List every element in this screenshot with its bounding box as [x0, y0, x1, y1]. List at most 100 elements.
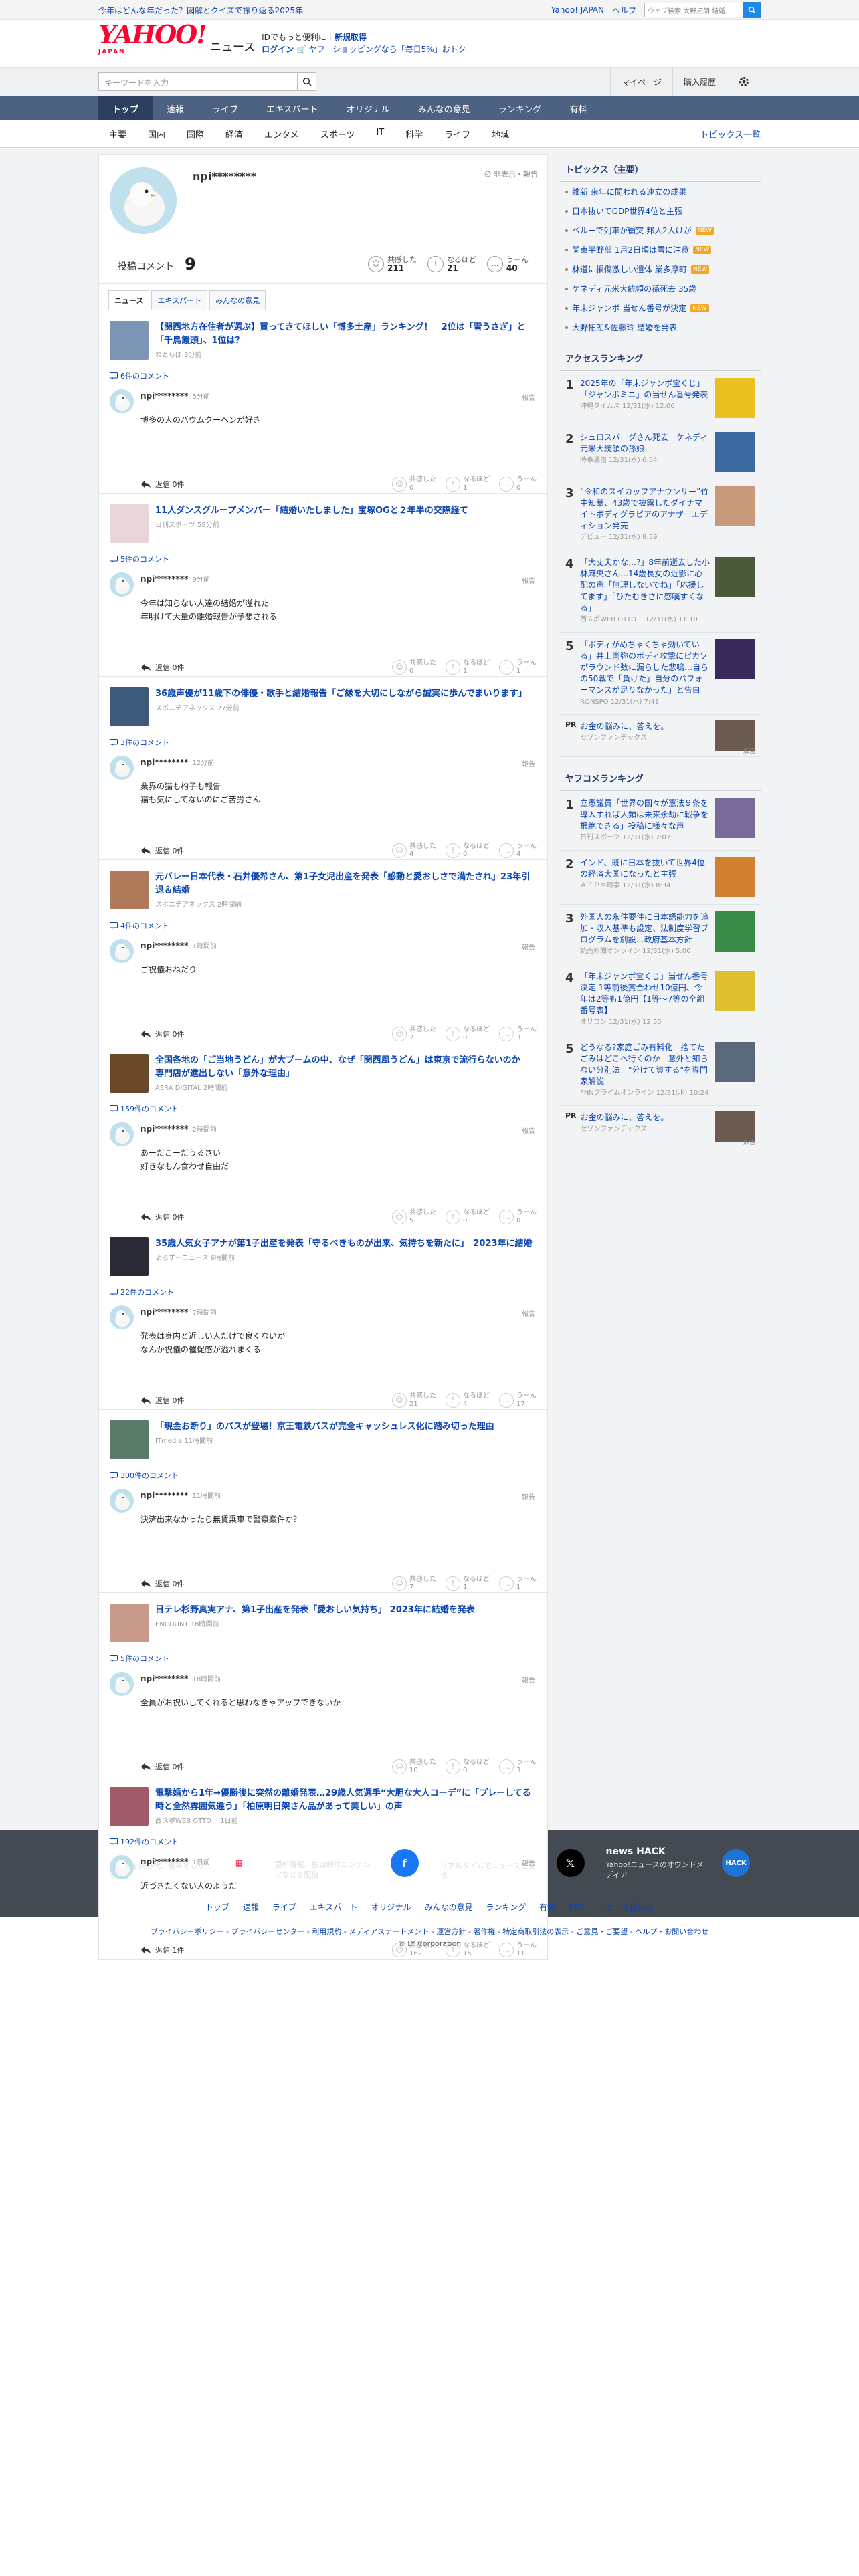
insight-button[interactable]: ! なるほど 1: [446, 476, 490, 492]
topic-item[interactable]: 日本抜いてGDP世界4位と主張: [560, 201, 761, 221]
hmm-button[interactable]: … うーん 17: [499, 1392, 537, 1408]
ranking-title[interactable]: 「大丈夫かな…?」8年前逝去した小林麻央さん…14歳長女の近影に心配の声「無理し…: [580, 558, 710, 613]
report-link[interactable]: 報告: [522, 392, 535, 402]
ranking-item[interactable]: 4 「年末ジャンボ宝くじ」当せん番号決定 1等前後賞合わせ10億円、今年は2等も1…: [560, 964, 761, 1035]
article-title[interactable]: 日テレ杉野真実アナ、第1子出産を発表「愛おしい気持ち」 2023年に結婚を発表: [155, 1604, 475, 1617]
category-nav-item[interactable]: 国際: [176, 128, 215, 140]
empathy-button[interactable]: ☺ 共感した 0: [392, 659, 436, 675]
report-link[interactable]: 報告: [522, 1491, 535, 1501]
topic-item[interactable]: 維新 来年に問われる連立の成果: [560, 182, 761, 201]
web-search-input[interactable]: ウェブ検索 大野拓朗 結婚...: [644, 3, 743, 17]
comment-count-link[interactable]: 300件のコメント: [110, 1470, 179, 1481]
empathy-button[interactable]: ☺ 共感した 0: [392, 476, 436, 492]
hmm-button[interactable]: … うーん 1: [499, 1576, 537, 1592]
user-name[interactable]: npi********: [140, 1674, 188, 1683]
reply-button[interactable]: 返信 0件: [140, 1029, 185, 1039]
ranking-item[interactable]: 3 “令和のスイカップアナウンサー”竹中知華、43歳で披露したダイナマイトボディグ…: [560, 479, 761, 550]
comment-count-link[interactable]: 3件のコメント: [110, 737, 169, 748]
article-link[interactable]: 35歳人気女子アナが第1子出産を発表「守るべきものが出来、気持ちを新たに」 20…: [110, 1237, 537, 1277]
gnav-item[interactable]: 速報: [153, 96, 198, 120]
comment-count-link[interactable]: 192件のコメント: [110, 1836, 179, 1847]
hmm-button[interactable]: … うーん 4: [499, 843, 537, 859]
tab-opinion[interactable]: みんなの意見: [209, 290, 266, 310]
topic-item[interactable]: ベルーで列車が衝突 邦人2人けが NEW: [560, 221, 761, 240]
article-link[interactable]: 11人ダンスグループメンバー「結婚いたしました」宝塚OGと２年半の交際経て 日刊…: [110, 504, 537, 544]
ranking-item[interactable]: 2 シュロスバーグさん死去 ケネディ元米大統領の孫娘 時事通信 12/31(水) 6…: [560, 425, 761, 479]
settings-button[interactable]: [727, 68, 761, 96]
user-name[interactable]: npi********: [140, 1307, 188, 1317]
comment-count-link[interactable]: 5件のコメント: [110, 1653, 169, 1664]
user-name[interactable]: npi********: [140, 1857, 188, 1866]
help-link[interactable]: ヘルプ: [612, 5, 636, 16]
insight-button[interactable]: ! なるほど 0: [446, 1209, 490, 1225]
topic-item[interactable]: 関東平野部 1月2日頃は雪に注意 NEW: [560, 240, 761, 259]
gnav-item[interactable]: トップ: [98, 96, 153, 120]
news-search-button[interactable]: [298, 72, 316, 91]
ad-item[interactable]: PR お金の悩みに、答えを。 セゾンファンデックス 広告: [560, 715, 761, 757]
web-search-button[interactable]: [743, 2, 761, 18]
article-link[interactable]: 元バレー日本代表・石井優希さん、第1子女児出産を発表「感動と愛おしさで満たされ」…: [110, 871, 537, 911]
report-link[interactable]: 報告: [522, 1125, 535, 1135]
gnav-item[interactable]: エキスパート: [252, 96, 332, 120]
user-name[interactable]: npi********: [140, 574, 188, 584]
yahoo-japan-link[interactable]: Yahoo! JAPAN: [551, 5, 604, 15]
user-name[interactable]: npi********: [140, 941, 188, 950]
ranking-title[interactable]: 「ボディがめちゃくちゃ効いている」井上尚弥のボディ攻撃にピカソがラウンド数に漏ら…: [580, 640, 708, 695]
category-nav-item[interactable]: 国内: [137, 128, 176, 140]
article-title[interactable]: 「現金お断り」のバスが登場！京王電鉄バスが完全キャッシュレス化に踏み切った理由: [155, 1420, 494, 1434]
ranking-title[interactable]: どうなる?家庭ごみ有料化 捨てたごみはどこへ行くのか 意外と知らない分別法 "分…: [580, 1043, 708, 1086]
gnav-item[interactable]: みんなの意見: [404, 96, 484, 120]
insight-button[interactable]: ! なるほど 1: [446, 659, 490, 675]
category-nav-item[interactable]: エンタメ: [254, 128, 310, 140]
ranking-title[interactable]: 2025年の「年末ジャンボ宝くじ」「ジャンボミニ」の当せん番号発表: [580, 379, 708, 399]
ranking-item[interactable]: 5 「ボディがめちゃくちゃ効いている」井上尚弥のボディ攻撃にピカソがラウンド数に漏…: [560, 633, 761, 715]
category-nav-item[interactable]: 経済: [215, 128, 254, 140]
article-title[interactable]: 全国各地の「ご当地うどん」が大ブームの中、なぜ「関西風うどん」は東京で流行らない…: [155, 1054, 537, 1081]
article-title[interactable]: 元バレー日本代表・石井優希さん、第1子女児出産を発表「感動と愛おしさで満たされ」…: [155, 871, 537, 897]
comment-count-link[interactable]: 22件のコメント: [110, 1287, 174, 1297]
user-name[interactable]: npi********: [140, 758, 188, 767]
topic-item[interactable]: 大野拓朗&佐藤玲 結婚を発表: [560, 318, 761, 337]
reply-button[interactable]: 返信 0件: [140, 845, 185, 856]
reply-button[interactable]: 返信 0件: [140, 662, 185, 673]
category-nav-item[interactable]: スポーツ: [310, 128, 366, 140]
insight-button[interactable]: ! なるほど 0: [446, 843, 490, 859]
ranking-item[interactable]: 1 立憲議員「世界の国々が憲法９条を導入すれば人類は未来永劫に戦争を根絶できる」投…: [560, 791, 761, 851]
hmm-button[interactable]: … うーん 3: [499, 1026, 537, 1042]
ranking-item[interactable]: 4 「大丈夫かな…?」8年前逝去した小林麻央さん…14歳長女の近影に心配の声「無理…: [560, 550, 761, 633]
topic-item[interactable]: ケネディ元米大統領の孫死去 35歳: [560, 279, 761, 298]
article-title[interactable]: 11人ダンスグループメンバー「結婚いたしました」宝塚OGと２年半の交際経て: [155, 504, 468, 518]
ranking-title[interactable]: “令和のスイカップアナウンサー”竹中知華、43歳で披露したダイナマイトボディグラ…: [580, 487, 708, 530]
comment-count-link[interactable]: 4件のコメント: [110, 920, 169, 931]
reply-button[interactable]: 返信 0件: [140, 1761, 185, 1772]
category-nav-item[interactable]: 地域: [481, 128, 520, 140]
article-link[interactable]: 36歳声優が11歳下の俳優・歌手と結婚報告「ご縁を大切にしながら誠実に歩んでまい…: [110, 687, 537, 728]
empathy-button[interactable]: ☺ 共感した 21: [392, 1392, 436, 1408]
reply-button[interactable]: 返信 0件: [140, 1212, 185, 1222]
tab-expert[interactable]: エキスパート: [151, 290, 208, 310]
empathy-button[interactable]: ☺ 共感した 162: [392, 1942, 436, 1958]
hmm-button[interactable]: … うーん 0: [499, 1209, 537, 1225]
hmm-button[interactable]: … うーん 0: [499, 476, 537, 492]
article-title[interactable]: 電撃婚から1年→優勝後に突然の離婚発表…29歳人気選手“大胆な大人コーデ”に「プ…: [155, 1787, 537, 1814]
ranking-title[interactable]: シュロスバーグさん死去 ケネディ元米大統領の孫娘: [580, 433, 708, 453]
comment-count-link[interactable]: 5件のコメント: [110, 554, 169, 564]
article-link[interactable]: 【関西地方在住者が選ぶ】買ってきてほしい「博多土産」ランキング！ 2位は「雪うさ…: [110, 321, 537, 361]
article-link[interactable]: 全国各地の「ご当地うどん」が大ブームの中、なぜ「関西風うどん」は東京で流行らない…: [110, 1054, 537, 1094]
reply-button[interactable]: 返信 0件: [140, 1395, 185, 1406]
purchase-history-link[interactable]: 購入履歴: [672, 68, 727, 96]
article-title[interactable]: 36歳声優が11歳下の俳優・歌手と結婚報告「ご縁を大切にしながら誠実に歩んでまい…: [155, 687, 527, 701]
report-link[interactable]: 報告: [522, 1308, 535, 1318]
report-link[interactable]: 報告: [522, 758, 535, 768]
category-nav-item[interactable]: 科学: [395, 128, 434, 140]
ranking-item[interactable]: 2 インド、既に日本を抜いて世界4位の経済大国になったと主張 ＡＦＰ＝時事 12/3…: [560, 851, 761, 905]
login-link[interactable]: ログイン: [262, 45, 294, 54]
insight-button[interactable]: ! なるほど 1: [446, 1576, 490, 1592]
reply-button[interactable]: 返信 0件: [140, 1578, 185, 1589]
shopping-promo-link[interactable]: ヤフーショッピングなら「毎日5%」おトク: [309, 45, 466, 54]
user-name[interactable]: npi********: [140, 391, 188, 401]
insight-button[interactable]: ! なるほど 0: [446, 1026, 490, 1042]
register-link[interactable]: 新規取得: [335, 33, 367, 42]
ranking-title[interactable]: 外国人の永住要件に日本語能力を追加・収入基準も設定、法制度学習プログラムを創設……: [580, 912, 708, 944]
category-nav-item[interactable]: 主要: [98, 128, 137, 140]
